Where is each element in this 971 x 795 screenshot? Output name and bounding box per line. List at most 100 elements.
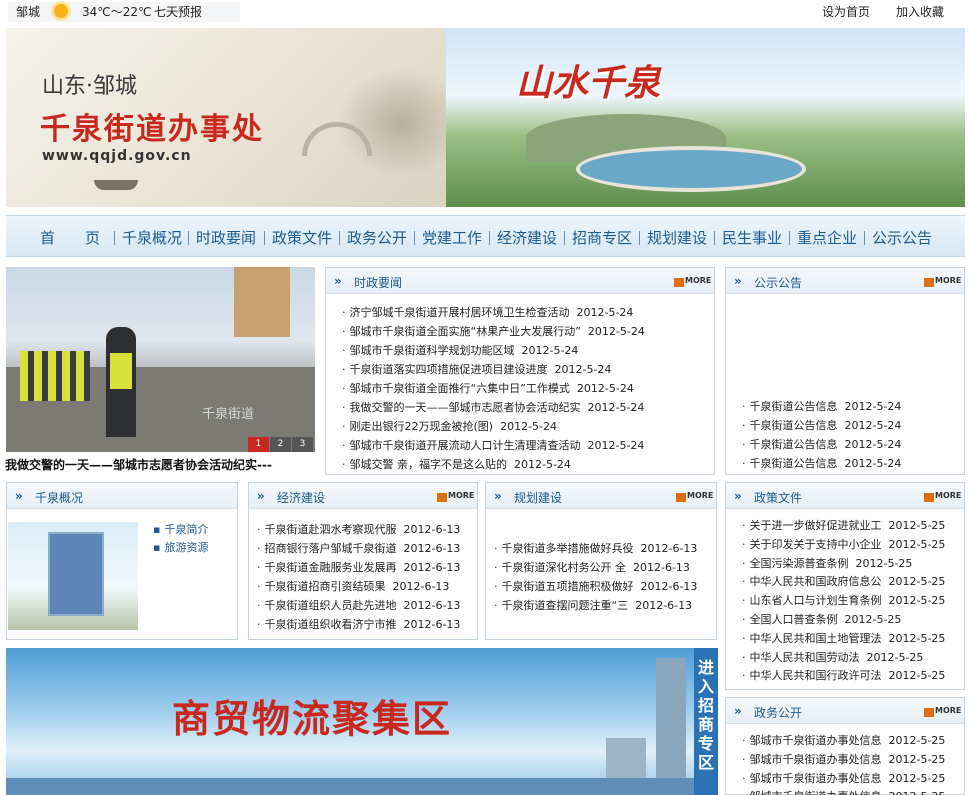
overview-link-label[interactable]: 千泉简介 bbox=[164, 523, 208, 536]
overview-link[interactable]: ▪ 千泉简介 bbox=[153, 523, 208, 537]
list-item-title[interactable]: 山东省人口与计划生育条例 bbox=[750, 594, 882, 607]
list-item[interactable]: · 我做交警的一天——邹城市志愿者协会活动纪实 2012-5-24 bbox=[342, 401, 644, 415]
list-item-title[interactable]: 千泉街道公告信息 bbox=[750, 438, 838, 451]
list-item[interactable]: · 千泉街道公告信息 2012-5-24 bbox=[742, 457, 901, 471]
nav-item-8[interactable]: 规划建设 bbox=[647, 227, 707, 248]
photo-caption[interactable]: 我做交警的一天——邹城市志愿者协会活动纪实--- bbox=[5, 456, 272, 473]
box-title[interactable]: 公示公告 bbox=[754, 274, 802, 291]
list-item[interactable]: · 邹城市千泉街道科学规划功能区域 2012-5-24 bbox=[342, 344, 578, 358]
list-item[interactable]: · 关于印发关于支持中小企业 2012-5-25 bbox=[742, 538, 945, 552]
overview-link-label[interactable]: 旅游资源 bbox=[164, 541, 208, 554]
list-item-title[interactable]: 中华人民共和国土地管理法 bbox=[750, 632, 882, 645]
list-item[interactable]: · 关于进一步做好促进就业工 2012-5-25 bbox=[742, 519, 945, 533]
slide-page-1[interactable]: 1 bbox=[248, 437, 269, 452]
list-item[interactable]: · 中华人民共和国政府信息公 2012-5-25 bbox=[742, 575, 945, 589]
list-item-title[interactable]: 邹城市千泉街道办事处信息 bbox=[750, 734, 882, 747]
list-item[interactable]: · 济宁邹城千泉街道开展村居环境卫生检查活动 2012-5-24 bbox=[342, 306, 633, 320]
list-item-title[interactable]: 千泉街道组织人员赴先进地 bbox=[265, 599, 397, 612]
list-item-title[interactable]: 千泉街道公告信息 bbox=[750, 419, 838, 432]
list-item-title[interactable]: 邹城市千泉街道办事处信息 bbox=[750, 772, 882, 785]
list-item[interactable]: · 邹城市千泉街道办事处信息 2012-5-25 bbox=[742, 772, 945, 786]
nav-item-9[interactable]: 民生事业 bbox=[722, 227, 782, 248]
list-item[interactable]: · 千泉街道招商引资结硕果 2012-6-13 bbox=[257, 580, 449, 594]
set-homepage-link[interactable]: 设为首页 bbox=[822, 3, 870, 20]
list-item[interactable]: · 千泉街道公告信息 2012-5-24 bbox=[742, 438, 901, 452]
list-item[interactable]: · 中华人民共和国行政许可法 2012-5-25 bbox=[742, 669, 945, 683]
list-item[interactable]: · 千泉街道五项措施积极做好 2012-6-13 bbox=[494, 580, 697, 594]
box-title[interactable]: 千泉概况 bbox=[35, 489, 83, 506]
nav-item-3[interactable]: 政策文件 bbox=[272, 227, 332, 248]
list-item[interactable]: · 全国污染源普查条例 2012-5-25 bbox=[742, 557, 912, 571]
list-item-title[interactable]: 招商银行落户邹城千泉街道 bbox=[265, 542, 397, 555]
list-item[interactable]: · 邹城市千泉街道办事处信息 2012-5-25 bbox=[742, 734, 945, 748]
list-item[interactable]: · 千泉街道公告信息 2012-5-24 bbox=[742, 419, 901, 433]
list-item-title[interactable]: 千泉街道金融服务业发展再 bbox=[265, 561, 397, 574]
nav-item-7[interactable]: 招商专区 bbox=[572, 227, 632, 248]
list-item-title[interactable]: 邹城市千泉街道办事处信息 bbox=[750, 753, 882, 766]
forecast-link[interactable]: 七天预报 bbox=[154, 3, 202, 20]
list-item-title[interactable]: 千泉街道公告信息 bbox=[750, 457, 838, 470]
list-item[interactable]: · 千泉街道多举措施做好兵役 2012-6-13 bbox=[494, 542, 697, 556]
list-item[interactable]: · 邹城市千泉街道开展流动人口计生清理清查活动 2012-5-24 bbox=[342, 439, 644, 453]
list-item[interactable]: · 邹城市千泉街道办事处信息 2012-5-25 bbox=[742, 790, 945, 795]
list-item[interactable]: · 千泉街道查摆问题注重“三 2012-6-13 bbox=[494, 599, 692, 613]
slide-page-2[interactable]: 2 bbox=[270, 437, 291, 452]
box-title[interactable]: 经济建设 bbox=[277, 489, 325, 506]
list-item-title[interactable]: 关于印发关于支持中小企业 bbox=[750, 538, 882, 551]
nav-item-0[interactable]: 首 页 bbox=[40, 227, 100, 248]
box-title[interactable]: 规划建设 bbox=[514, 489, 562, 506]
box-title[interactable]: 时政要闻 bbox=[354, 274, 402, 291]
nav-item-5[interactable]: 党建工作 bbox=[422, 227, 482, 248]
nav-item-2[interactable]: 时政要闻 bbox=[196, 227, 256, 248]
list-item[interactable]: · 千泉街道公告信息 2012-5-24 bbox=[742, 400, 901, 414]
list-item-title[interactable]: 济宁邹城千泉街道开展村居环境卫生检查活动 bbox=[350, 306, 570, 319]
list-item[interactable]: · 邹城市千泉街道全面实施“林果产业大发展行动” 2012-5-24 bbox=[342, 325, 645, 339]
list-item[interactable]: · 招商银行落户邹城千泉街道 2012-6-13 bbox=[257, 542, 460, 556]
nav-item-11[interactable]: 公示公告 bbox=[872, 227, 932, 248]
list-item-title[interactable]: 全国人口普查条例 bbox=[750, 613, 838, 626]
list-item[interactable]: · 山东省人口与计划生育条例 2012-5-25 bbox=[742, 594, 945, 608]
overview-link[interactable]: ▪ 旅游资源 bbox=[153, 541, 208, 555]
list-item[interactable]: · 千泉街道赴泗水考察现代服 2012-6-13 bbox=[257, 523, 460, 537]
list-item-title[interactable]: 我做交警的一天——邹城市志愿者协会活动纪实 bbox=[350, 401, 581, 414]
list-item-title[interactable]: 邹城市千泉街道办事处信息 bbox=[750, 790, 882, 795]
list-item-title[interactable]: 中华人民共和国政府信息公 bbox=[750, 575, 882, 588]
list-item-title[interactable]: 中华人民共和国劳动法 bbox=[750, 651, 860, 664]
list-item-title[interactable]: 中华人民共和国行政许可法 bbox=[750, 669, 882, 682]
list-item[interactable]: · 千泉街道金融服务业发展再 2012-6-13 bbox=[257, 561, 460, 575]
nav-item-6[interactable]: 经济建设 bbox=[497, 227, 557, 248]
list-item[interactable]: · 刚走出银行22万现金被抢(图) 2012-5-24 bbox=[342, 420, 557, 434]
list-item-title[interactable]: 千泉街道多举措施做好兵役 bbox=[502, 542, 634, 555]
list-item-title[interactable]: 千泉街道组织收看济宁市推 bbox=[265, 618, 397, 631]
list-item[interactable]: · 千泉街道组织人员赴先进地 2012-6-13 bbox=[257, 599, 460, 613]
list-item[interactable]: · 中华人民共和国土地管理法 2012-5-25 bbox=[742, 632, 945, 646]
list-item-title[interactable]: 全国污染源普查条例 bbox=[750, 557, 849, 570]
list-item-title[interactable]: 邹城市千泉街道开展流动人口计生清理清查活动 bbox=[350, 439, 581, 452]
list-item-title[interactable]: 千泉街道公告信息 bbox=[750, 400, 838, 413]
list-item-title[interactable]: 千泉街道赴泗水考察现代服 bbox=[265, 523, 397, 536]
list-item[interactable]: · 邹城交警 亲，福字不是这么贴的 2012-5-24 bbox=[342, 458, 571, 472]
list-item[interactable]: · 邹城市千泉街道办事处信息 2012-5-25 bbox=[742, 753, 945, 767]
list-item-title[interactable]: 邹城市千泉街道科学规划功能区域 bbox=[350, 344, 515, 357]
list-item-title[interactable]: 邹城市千泉街道全面实施“林果产业大发展行动” bbox=[350, 325, 581, 338]
slide-page-3[interactable]: 3 bbox=[292, 437, 313, 452]
list-item[interactable]: · 全国人口普查条例 2012-5-25 bbox=[742, 613, 901, 627]
list-item-title[interactable]: 刚走出银行22万现金被抢(图) bbox=[350, 420, 494, 433]
nav-item-10[interactable]: 重点企业 bbox=[797, 227, 857, 248]
news-photo[interactable]: 千泉街道 bbox=[6, 267, 315, 452]
nav-item-4[interactable]: 政务公开 bbox=[347, 227, 407, 248]
box-title[interactable]: 政策文件 bbox=[754, 489, 802, 506]
add-favorite-link[interactable]: 加入收藏 bbox=[896, 3, 944, 20]
list-item[interactable]: · 千泉街道深化村务公开 全 2012-6-13 bbox=[494, 561, 690, 575]
list-item[interactable]: · 中华人民共和国劳动法 2012-5-25 bbox=[742, 651, 923, 665]
more-button[interactable]: MORE bbox=[674, 276, 711, 287]
list-item[interactable]: · 千泉街道组织收看济宁市推 2012-6-13 bbox=[257, 618, 460, 632]
list-item-title[interactable]: 千泉街道招商引资结硕果 bbox=[265, 580, 386, 593]
list-item-title[interactable]: 邹城市千泉街道全面推行“六集中日”工作模式 bbox=[350, 382, 570, 395]
list-item-title[interactable]: 关于进一步做好促进就业工 bbox=[750, 519, 882, 532]
more-button[interactable]: MORE bbox=[924, 706, 961, 717]
more-button[interactable]: MORE bbox=[676, 491, 713, 502]
nav-item-1[interactable]: 千泉概况 bbox=[122, 227, 182, 248]
list-item[interactable]: · 千泉街道落实四项措施促进项目建设进度 2012-5-24 bbox=[342, 363, 611, 377]
list-item-title[interactable]: 千泉街道深化村务公开 全 bbox=[502, 561, 627, 574]
